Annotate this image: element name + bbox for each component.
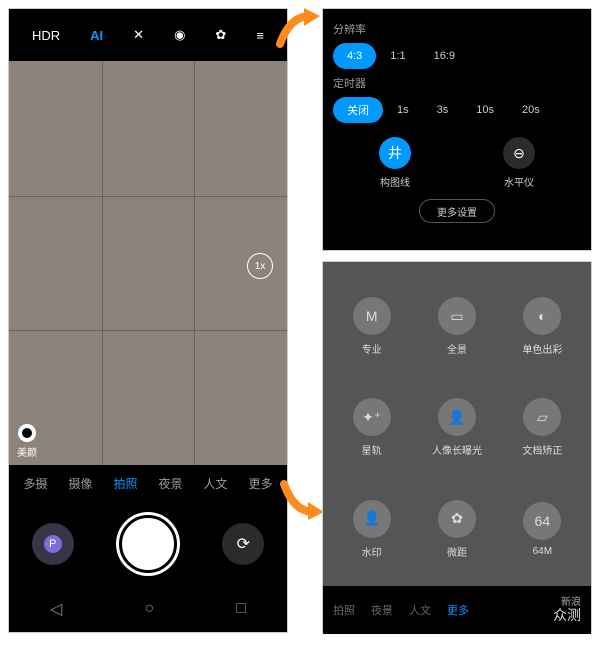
level-icon: ⊖ [503, 137, 535, 169]
mode-video[interactable]: 摄像 [68, 475, 92, 492]
mode-more[interactable]: 更多 [248, 475, 272, 492]
gridlines-label: 构图线 [379, 174, 411, 189]
camera-top-toolbar: HDR AI ✕ ◉ ✿ ≡ [9, 9, 287, 61]
switch-camera-button[interactable]: ⟳ [222, 523, 264, 565]
resolution-segmented: 4:3 1:1 16:9 [333, 43, 581, 69]
more-settings-button[interactable]: 更多设置 [419, 199, 495, 223]
beauty-label: 美颜 [17, 444, 37, 459]
camera-viewfinder-panel: HDR AI ✕ ◉ ✿ ≡ 1x 美颜 多摄 摄像 拍照 夜景 人文 更多 P… [8, 8, 288, 633]
settings-toggles: 井 构图线 ⊖ 水平仪 [333, 137, 581, 189]
camera-mode-strip[interactable]: 多摄 摄像 拍照 夜景 人文 更多 [9, 465, 287, 501]
more-modes-panel: M 专业 ▭ 全景 ◐ 单色出彩 ✦⁺ 星轨 👤 人像长曝光 ▱ 文档矫正 👤 … [322, 261, 592, 633]
level-toggle[interactable]: ⊖ 水平仪 [503, 137, 535, 189]
viewfinder[interactable]: 1x 美颜 [9, 61, 287, 465]
beauty-icon [18, 424, 36, 442]
mode-label: 64M [504, 546, 581, 557]
mode-startrails[interactable]: ✦⁺ 星轨 [333, 398, 410, 457]
manual-icon: M [353, 297, 391, 335]
flower-icon: ✿ [438, 500, 476, 538]
recents-icon[interactable]: □ [236, 600, 246, 618]
mode-label: 水印 [333, 544, 410, 559]
logo-line2: 众测 [553, 608, 581, 623]
timer-label: 定时器 [333, 75, 581, 91]
hdr-toggle[interactable]: HDR [32, 28, 60, 43]
camera-settings-panel: 分辨率 4:3 1:1 16:9 定时器 关闭 1s 3s 10s 20s 井 … [322, 8, 592, 251]
level-label: 水平仪 [503, 174, 535, 189]
flash-icon[interactable]: ✕ [133, 27, 144, 43]
grid-line [102, 61, 103, 465]
timer-10s[interactable]: 10s [462, 97, 508, 123]
effects-icon[interactable]: ✿ [215, 27, 226, 43]
document-icon: ▱ [523, 398, 561, 436]
android-navbar: ◁ ○ □ [9, 587, 287, 631]
thumbnail-letter: P [44, 535, 62, 553]
portrait-icon: 👤 [438, 398, 476, 436]
gridlines-toggle[interactable]: 井 构图线 [379, 137, 411, 189]
person-icon: 👤 [353, 500, 391, 538]
bar-more[interactable]: 更多 [447, 602, 469, 618]
timer-20s[interactable]: 20s [508, 97, 554, 123]
grid-line [9, 330, 287, 331]
mode-street[interactable]: 人文 [203, 475, 227, 492]
mode-label: 专业 [333, 341, 410, 356]
ratio-1-1[interactable]: 1:1 [376, 43, 419, 69]
beauty-button[interactable]: 美颜 [17, 424, 37, 459]
mode-label: 全景 [418, 341, 495, 356]
home-icon[interactable]: ○ [144, 600, 154, 618]
ai-toggle[interactable]: AI [90, 28, 103, 43]
mode-label: 星轨 [333, 442, 410, 457]
grid-icon: 井 [379, 137, 411, 169]
modes-grid: M 专业 ▭ 全景 ◐ 单色出彩 ✦⁺ 星轨 👤 人像长曝光 ▱ 文档矫正 👤 … [323, 262, 591, 586]
contrast-icon: ◐ [523, 297, 561, 335]
mode-watermark[interactable]: 👤 水印 [333, 500, 410, 559]
panorama-icon: ▭ [438, 297, 476, 335]
camera-controls: P ⟳ [9, 501, 287, 587]
mode-label: 人像长曝光 [418, 442, 495, 457]
mode-pro[interactable]: M 专业 [333, 297, 410, 356]
mode-macro[interactable]: ✿ 微距 [418, 500, 495, 559]
shutter-button[interactable] [119, 515, 177, 573]
zoom-button[interactable]: 1x [247, 253, 273, 279]
mode-panorama[interactable]: ▭ 全景 [418, 297, 495, 356]
timer-1s[interactable]: 1s [383, 97, 423, 123]
mode-label: 文档矫正 [504, 442, 581, 457]
bar-street[interactable]: 人文 [409, 602, 431, 618]
timer-off[interactable]: 关闭 [333, 97, 383, 123]
mode-document[interactable]: ▱ 文档矫正 [504, 398, 581, 457]
64m-icon: 64 [523, 502, 561, 540]
timer-segmented: 关闭 1s 3s 10s 20s [333, 97, 581, 123]
ratio-4-3[interactable]: 4:3 [333, 43, 376, 69]
mode-portrait-longexp[interactable]: 👤 人像长曝光 [418, 398, 495, 457]
back-icon[interactable]: ◁ [50, 599, 62, 619]
grid-line [194, 61, 195, 465]
bar-photo[interactable]: 拍照 [333, 602, 355, 618]
grid-line [9, 196, 287, 197]
arrow-icon [276, 4, 324, 53]
ratio-16-9[interactable]: 16:9 [420, 43, 469, 69]
mode-monochrome[interactable]: ◐ 单色出彩 [504, 297, 581, 356]
bottom-mode-bar: 拍照 夜景 人文 更多 新浪 众测 [323, 586, 591, 634]
watermark-logo: 新浪 众测 [553, 597, 581, 623]
timer-3s[interactable]: 3s [423, 97, 463, 123]
filter-icon[interactable]: ◉ [174, 27, 185, 43]
bar-night[interactable]: 夜景 [371, 602, 393, 618]
star-icon: ✦⁺ [353, 398, 391, 436]
mode-photo[interactable]: 拍照 [113, 475, 137, 492]
gallery-thumbnail[interactable]: P [32, 523, 74, 565]
mode-label: 单色出彩 [504, 341, 581, 356]
mode-label: 微距 [418, 544, 495, 559]
mode-multi[interactable]: 多摄 [23, 475, 47, 492]
resolution-label: 分辨率 [333, 21, 581, 37]
arrow-icon [280, 478, 328, 527]
mode-64m[interactable]: 64 64M [504, 502, 581, 557]
menu-icon[interactable]: ≡ [256, 28, 264, 43]
mode-night[interactable]: 夜景 [158, 475, 182, 492]
